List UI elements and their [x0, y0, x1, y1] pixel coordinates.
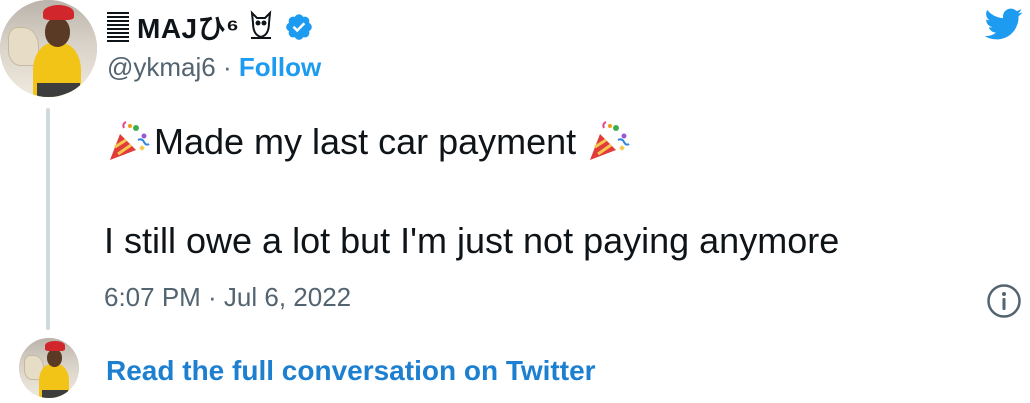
name-decoration-icon	[107, 12, 129, 42]
twitter-bird-icon[interactable]	[980, 4, 1026, 44]
reply-avatar[interactable]	[19, 338, 79, 398]
read-full-conversation-link[interactable]: Read the full conversation on Twitter	[106, 355, 596, 387]
tweet-line-1-text: Made my last car payment	[154, 121, 577, 162]
author-name-row[interactable]: MAJひ⁶	[107, 7, 314, 47]
party-popper-icon	[110, 121, 150, 160]
verified-badge-icon	[285, 14, 312, 40]
owl-icon	[248, 9, 274, 46]
author-avatar[interactable]	[0, 0, 97, 97]
tweet-text-line-2: I still owe a lot but I'm just not payin…	[104, 220, 840, 261]
tweet-timestamp[interactable]: 6:07 PM · Jul 6, 2022	[104, 282, 351, 313]
author-display-name[interactable]: MAJひ⁶	[137, 7, 240, 47]
author-handle[interactable]: @ykmaj6	[107, 52, 216, 82]
thread-line	[46, 108, 50, 330]
author-handle-row: @ykmaj6 · Follow	[107, 52, 321, 83]
party-popper-icon	[590, 121, 630, 160]
separator-dot: ·	[222, 52, 232, 82]
info-icon[interactable]	[986, 283, 1022, 319]
follow-button[interactable]: Follow	[239, 52, 321, 82]
tweet-text-line-1: Made my last car payment	[104, 120, 634, 164]
